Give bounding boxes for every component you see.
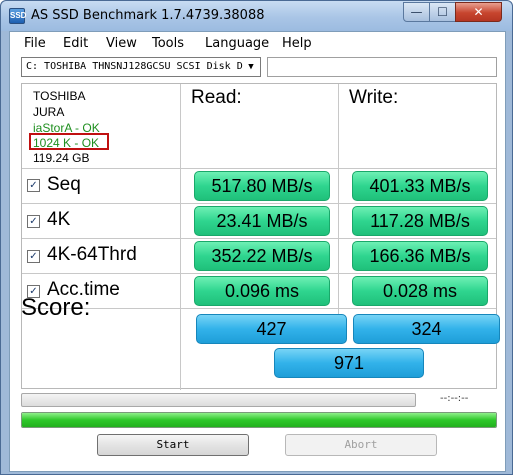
overall-progress-bar [21,412,497,428]
seq-read-value: 517.80 MB/s [194,171,330,201]
4k64-read-value: 352.22 MB/s [194,241,330,271]
grid-divider [22,308,496,309]
overall-progress-fill [22,413,496,427]
title-bar[interactable]: SSD AS SSD Benchmark 1.7.4739.38088 — ☐ … [1,1,512,31]
menu-language[interactable]: Language [205,36,269,51]
acctime-read-value: 0.096 ms [194,276,330,306]
alignment-highlight [29,133,109,150]
4k-write-value: 117.28 MB/s [352,206,488,236]
4k-checkbox[interactable]: ✓ [27,215,40,228]
4k64-write-value: 166.36 MB/s [352,241,488,271]
elapsed-time: --:--:-- [440,393,469,404]
score-write: 324 [353,314,500,344]
score-total: 971 [274,348,424,378]
score-label: Score: [21,294,91,321]
app-window: SSD AS SSD Benchmark 1.7.4739.38088 — ☐ … [0,0,513,475]
test-progress-bar [21,393,416,407]
client-area: File Edit View Tools Language Help C: TO… [9,31,506,472]
drive-vendor: TOSHIBA [33,89,86,103]
menu-edit[interactable]: Edit [63,36,88,51]
write-column-header: Write: [349,87,399,108]
drive-size: 119.24 GB [33,151,90,165]
chevron-down-icon[interactable]: ▼ [244,60,258,74]
results-grid: TOSHIBA JURA iaStorA - OK 1024 K - OK 11… [21,83,500,390]
menu-help[interactable]: Help [282,36,312,51]
4k64-checkbox[interactable]: ✓ [27,250,40,263]
read-column-header: Read: [191,87,242,108]
close-button[interactable]: ✕ [455,2,502,22]
grid-divider [338,84,339,340]
grid-divider [22,168,496,169]
drive-select-value: C: TOSHIBA THNSNJ128GCSU SCSI Disk D [26,61,243,72]
drive-model: JURA [33,105,65,119]
seq-checkbox[interactable]: ✓ [27,179,40,192]
4k-label: 4K [47,209,71,230]
menu-view[interactable]: View [106,36,137,51]
score-read: 427 [196,314,347,344]
seq-write-value: 401.33 MB/s [352,171,488,201]
menu-tools[interactable]: Tools [152,36,184,51]
abort-button[interactable]: Abort [285,434,437,456]
drive-info-field [267,57,497,77]
4k-read-value: 23.41 MB/s [194,206,330,236]
grid-divider [180,84,181,390]
maximize-button[interactable]: ☐ [429,2,456,22]
acctime-write-value: 0.028 ms [352,276,488,306]
grid-divider [22,203,496,204]
window-title: AS SSD Benchmark 1.7.4739.38088 [31,8,265,23]
app-icon: SSD [9,8,26,24]
grid-divider [22,238,496,239]
grid-divider [22,273,496,274]
seq-label: Seq [47,174,81,195]
4k64-label: 4K-64Thrd [47,244,137,265]
drive-select[interactable]: C: TOSHIBA THNSNJ128GCSU SCSI Disk D ▼ [21,57,261,77]
menu-file[interactable]: File [24,36,46,51]
start-button[interactable]: Start [97,434,249,456]
menu-bar: File Edit View Tools Language Help [10,32,505,54]
minimize-button[interactable]: — [403,2,430,22]
